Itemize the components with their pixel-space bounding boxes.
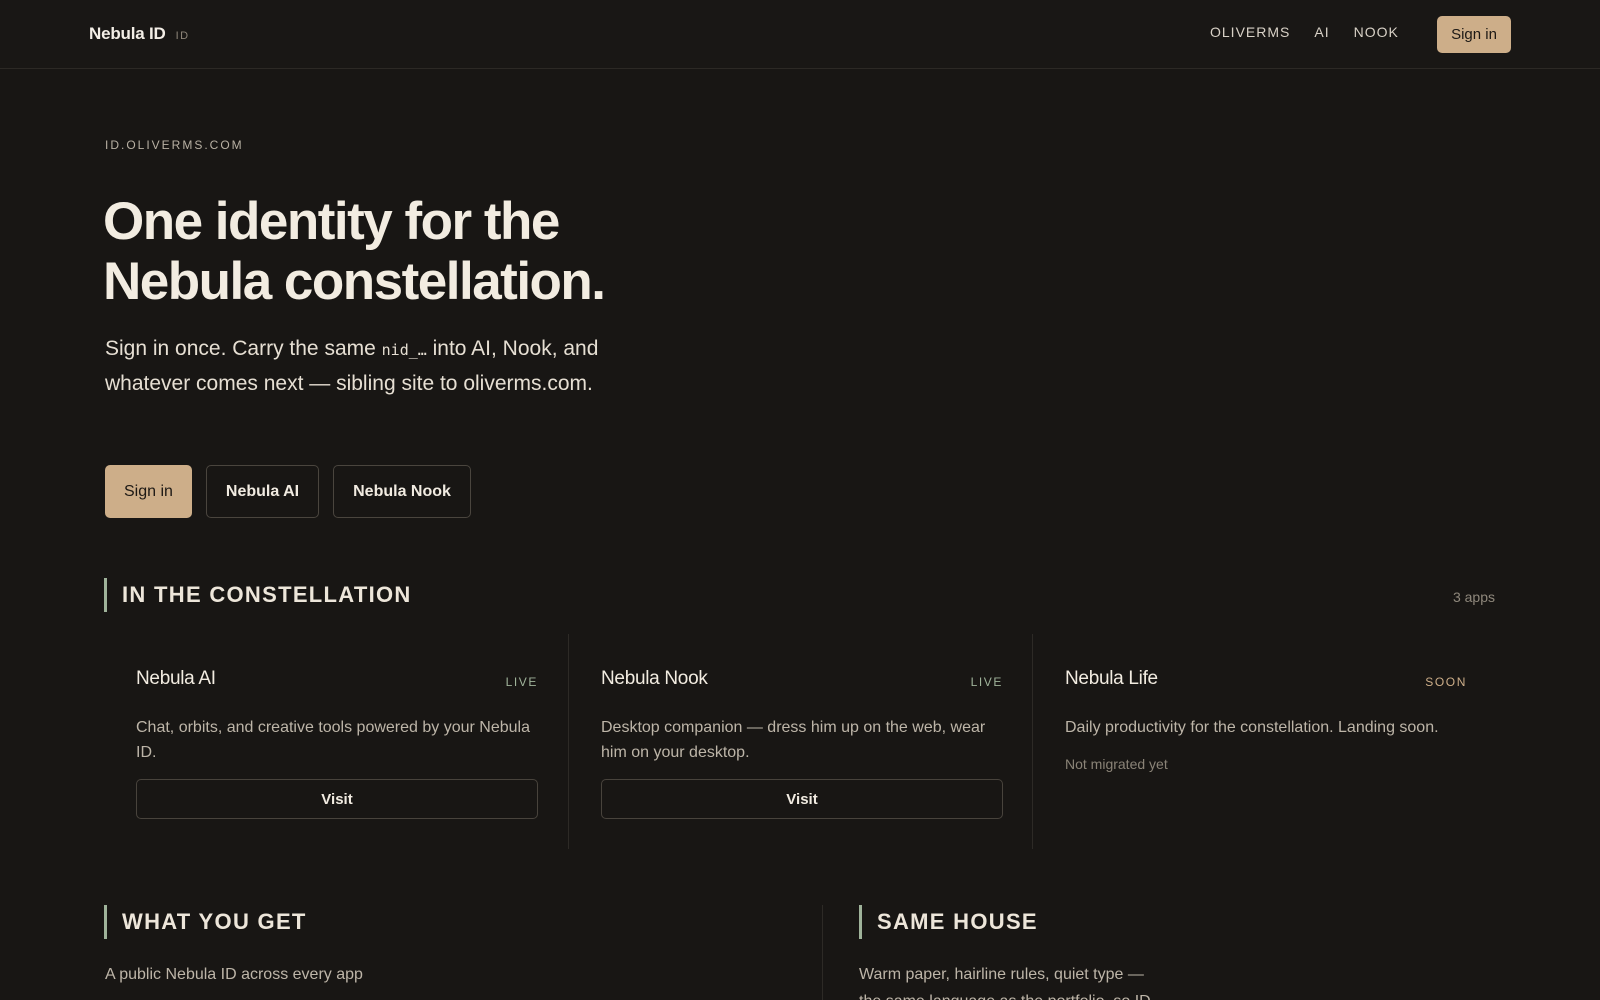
- app-card-title: Nebula Life: [1065, 668, 1158, 689]
- app-card-note: Not migrated yet: [1065, 756, 1168, 772]
- what-you-get-item: A public Nebula ID across every app: [105, 966, 363, 983]
- hero-title: One identity for the Nebula constellatio…: [103, 192, 663, 312]
- what-you-get-heading: WHAT YOU GET: [104, 905, 307, 939]
- status-badge: SOON: [1425, 675, 1467, 689]
- card-divider: [1032, 634, 1033, 849]
- same-house-heading: SAME HOUSE: [859, 905, 1038, 939]
- nebula-nook-button[interactable]: Nebula Nook: [333, 465, 471, 518]
- visit-nebula-ai-button[interactable]: Visit: [136, 779, 538, 819]
- hero-sign-in-button[interactable]: Sign in: [105, 465, 192, 518]
- nav-link-ai[interactable]: AI: [1314, 24, 1329, 40]
- card-divider: [568, 634, 569, 849]
- hero-title-line-2: Nebula constellation.: [103, 252, 606, 311]
- app-card-description: Daily productivity for the constellation…: [1065, 719, 1439, 736]
- brand-tag: ID: [175, 30, 190, 42]
- hero-actions: Sign in Nebula AI Nebula Nook: [105, 465, 471, 518]
- constellation-heading: IN THE CONSTELLATION: [104, 578, 412, 612]
- hero-subtitle-start: Sign in once. Carry the same: [105, 337, 382, 360]
- nav-link-nook[interactable]: NOOK: [1354, 24, 1399, 40]
- app-card-nebula-ai: Nebula AI LIVE Chat, orbits, and creativ…: [105, 634, 569, 849]
- main-nav: OLIVERMS AI NOOK: [1210, 24, 1399, 40]
- app-card-nebula-life: Nebula Life SOON Daily productivity for …: [1034, 634, 1498, 849]
- status-badge: LIVE: [505, 675, 538, 689]
- top-navigation-bar: Nebula ID ID OLIVERMS AI NOOK Sign in: [0, 0, 1600, 69]
- app-count: 3 apps: [1452, 589, 1495, 605]
- section-divider: [822, 905, 823, 1000]
- nid-code-snippet: nid_…: [381, 341, 427, 359]
- app-card-description: Desktop companion — dress him up on the …: [601, 719, 986, 761]
- hero-subtitle: Sign in once. Carry the same nid_… into …: [105, 332, 605, 401]
- app-card-description: Chat, orbits, and creative tools powered…: [136, 719, 530, 761]
- brand-name: Nebula ID: [89, 24, 166, 43]
- hero-title-line-1: One identity for the: [103, 192, 560, 251]
- brand[interactable]: Nebula ID ID: [89, 24, 190, 44]
- header-sign-in-button[interactable]: Sign in: [1437, 16, 1511, 53]
- status-badge: LIVE: [970, 675, 1003, 689]
- app-card-title: Nebula AI: [136, 668, 216, 689]
- same-house-text: Warm paper, hairline rules, quiet type —…: [859, 966, 1151, 1000]
- nebula-ai-button[interactable]: Nebula AI: [205, 465, 320, 518]
- visit-nebula-nook-button[interactable]: Visit: [601, 779, 1003, 819]
- nav-link-oliverms[interactable]: OLIVERMS: [1210, 24, 1290, 40]
- app-card-nebula-nook: Nebula Nook LIVE Desktop companion — dre…: [570, 634, 1034, 849]
- hero-eyebrow: ID.OLIVERMS.COM: [105, 138, 244, 152]
- app-card-title: Nebula Nook: [601, 668, 708, 689]
